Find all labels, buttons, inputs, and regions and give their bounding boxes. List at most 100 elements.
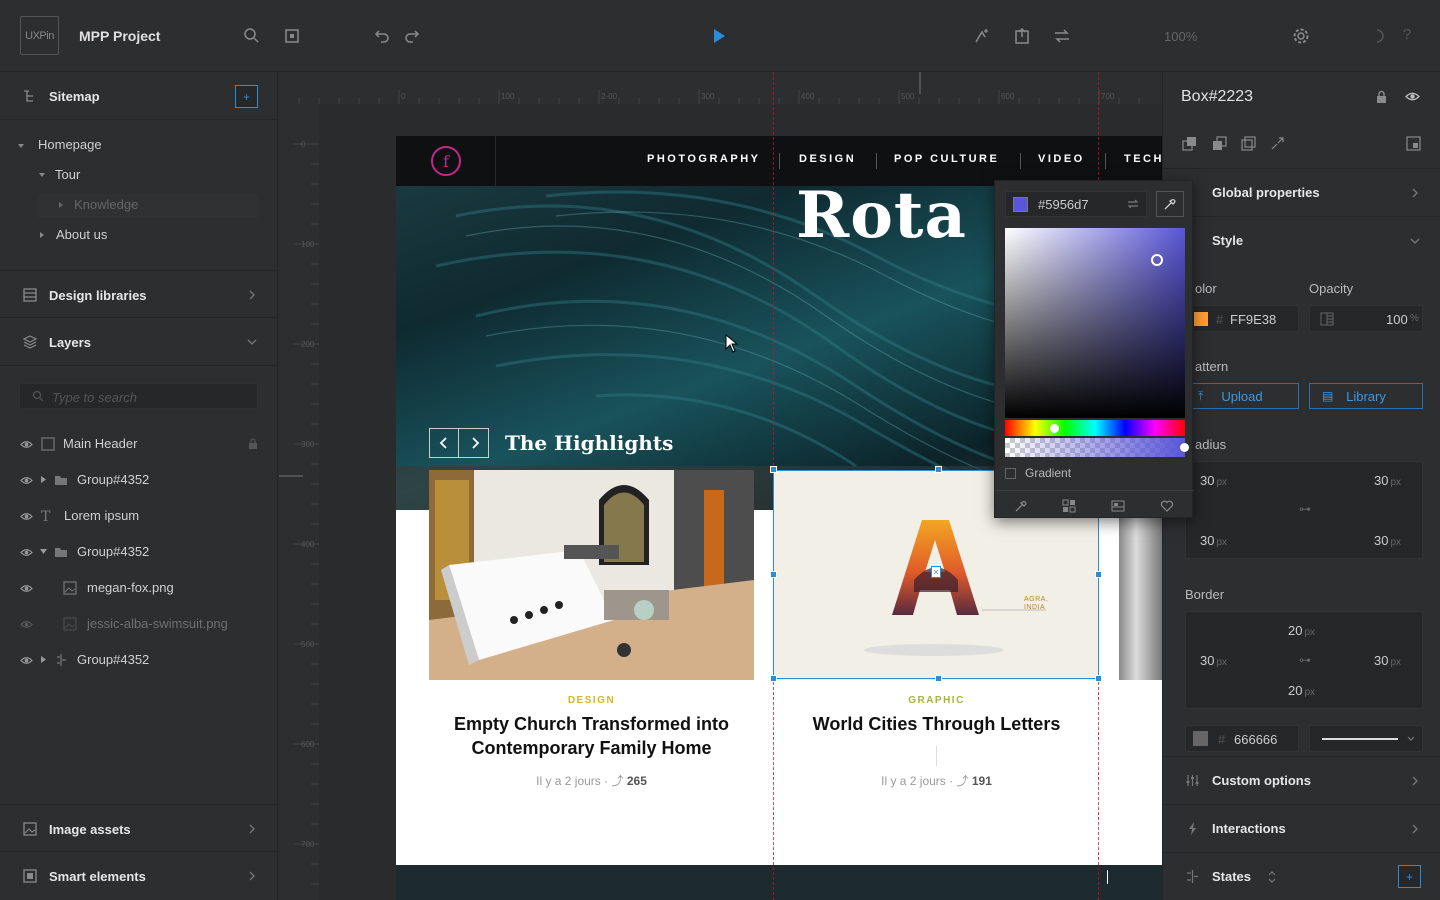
color-swatch[interactable]: [1194, 312, 1208, 326]
resize-handle[interactable]: [935, 675, 942, 682]
image-assets-header[interactable]: Image assets: [0, 804, 278, 852]
gradient-checkbox[interactable]: [1005, 468, 1016, 479]
bring-front-icon[interactable]: [1182, 136, 1197, 151]
sitemap-item-tour[interactable]: Tour: [55, 167, 80, 182]
resize-handle[interactable]: [935, 466, 942, 473]
lock-icon[interactable]: [246, 437, 260, 451]
link-icon[interactable]: ⊶: [1299, 502, 1311, 516]
sitemap-item-knowledge[interactable]: Knowledge: [74, 197, 138, 212]
smart-elements-header[interactable]: Smart elements: [0, 852, 278, 900]
design-libraries-header[interactable]: Design libraries: [0, 270, 278, 318]
project-name[interactable]: MPP Project: [79, 28, 160, 44]
layer-row[interactable]: Group#4352: [0, 642, 278, 678]
caret-right-icon[interactable]: [40, 656, 47, 663]
states-section[interactable]: States +: [1163, 852, 1440, 900]
share-icon[interactable]: [1052, 26, 1072, 46]
sort-icon[interactable]: [1267, 870, 1277, 884]
preview-play-icon[interactable]: [709, 26, 729, 46]
upload-button[interactable]: ⤒ Upload: [1185, 383, 1299, 409]
interactions-section[interactable]: Interactions: [1163, 804, 1440, 852]
hue-handle[interactable]: [1050, 424, 1059, 433]
border-color-input[interactable]: # 666666: [1185, 725, 1299, 752]
sitemap-item-knowledge-row[interactable]: [38, 194, 258, 218]
layers-header[interactable]: Layers: [0, 318, 278, 366]
caret-right-icon[interactable]: [38, 231, 46, 239]
caret-right-icon[interactable]: [40, 476, 47, 483]
card-title[interactable]: Empty Church Transformed into Contempora…: [429, 712, 754, 760]
bring-forward-icon[interactable]: [1212, 136, 1227, 151]
border-box[interactable]: 20 px 30 px ⊶ 30 px 20 px: [1185, 611, 1423, 709]
highlights-pager[interactable]: [429, 428, 489, 458]
site-logo[interactable]: f: [431, 146, 461, 176]
layer-row[interactable]: Main Header: [0, 426, 278, 462]
nav-item-photography[interactable]: PHOTOGRAPHY: [647, 153, 760, 165]
element-name[interactable]: Box#2223: [1181, 88, 1253, 106]
alpha-handle[interactable]: [1180, 443, 1189, 452]
comments-icon[interactable]: [972, 26, 992, 46]
eye-icon[interactable]: [20, 582, 33, 595]
layer-row[interactable]: T Lorem ipsum: [0, 498, 278, 534]
swatches-grid-icon[interactable]: [1062, 499, 1076, 513]
border-color-swatch[interactable]: [1193, 731, 1208, 746]
border-left[interactable]: 30 px: [1200, 653, 1227, 668]
radius-bottom-right[interactable]: 30 px: [1374, 533, 1401, 548]
caret-down-icon[interactable]: [17, 142, 25, 150]
library-button[interactable]: ▤ Library: [1309, 383, 1423, 409]
library-colors-icon[interactable]: [1111, 499, 1125, 513]
add-state-button[interactable]: +: [1398, 865, 1421, 888]
swap-icon[interactable]: [1126, 197, 1140, 211]
sitemap-item-about[interactable]: About us: [56, 227, 107, 242]
border-bottom[interactable]: 20 px: [1288, 683, 1315, 698]
saturation-handle[interactable]: [1151, 254, 1163, 266]
eye-icon[interactable]: [20, 474, 33, 487]
eye-icon[interactable]: [20, 438, 33, 451]
layer-row[interactable]: Group#4352: [0, 462, 278, 498]
hex-input[interactable]: #5956d7: [1005, 191, 1147, 217]
layer-row[interactable]: jessic-alba-swimsuit.png: [0, 606, 278, 642]
layer-row[interactable]: Group#4352: [0, 534, 278, 570]
caret-down-icon[interactable]: [38, 171, 46, 179]
chevron-right-icon[interactable]: [460, 429, 489, 457]
eye-icon[interactable]: [20, 618, 33, 631]
send-backward-icon[interactable]: [1241, 136, 1256, 151]
send-back-icon[interactable]: [1270, 136, 1285, 151]
radius-top-right[interactable]: 30 px: [1374, 473, 1401, 488]
resize-handle[interactable]: [1095, 571, 1102, 578]
alpha-slider[interactable]: [1005, 438, 1189, 457]
nav-item-tech[interactable]: TECH: [1124, 153, 1162, 165]
select-frame-icon[interactable]: [282, 26, 302, 46]
resize-handle[interactable]: [770, 466, 777, 473]
opacity-input[interactable]: 100 %: [1309, 305, 1423, 332]
zoom-level[interactable]: 100%: [1164, 29, 1197, 44]
card-title[interactable]: World Cities Through Letters: [774, 712, 1099, 736]
eyedropper-button[interactable]: [1156, 191, 1184, 217]
caret-right-icon[interactable]: [57, 201, 65, 209]
sitemap-header[interactable]: Sitemap +: [0, 72, 278, 120]
nav-item-video[interactable]: VIDEO: [1038, 153, 1085, 165]
chevron-left-icon[interactable]: [430, 429, 459, 457]
help-icon[interactable]: ?: [1397, 26, 1417, 46]
radius-top-left[interactable]: 30 px: [1200, 473, 1227, 488]
align-panel-icon[interactable]: [1406, 136, 1421, 151]
saturation-value-area[interactable]: [1005, 228, 1185, 418]
resize-handle[interactable]: [1095, 675, 1102, 682]
hue-slider[interactable]: [1005, 420, 1185, 436]
search-icon[interactable]: [242, 26, 262, 46]
global-properties-section[interactable]: Global properties: [1163, 168, 1440, 216]
eye-icon[interactable]: [20, 654, 33, 667]
resize-handle[interactable]: [770, 571, 777, 578]
style-section[interactable]: Style: [1163, 216, 1440, 264]
eye-icon[interactable]: [1405, 89, 1420, 104]
gear-icon[interactable]: [1291, 26, 1311, 46]
link-icon[interactable]: ⊶: [1299, 653, 1311, 667]
eyedropper-icon[interactable]: [1014, 499, 1028, 513]
nav-item-pop-culture[interactable]: POP CULTURE: [894, 153, 999, 165]
color-input[interactable]: # FF9E38: [1185, 305, 1299, 332]
eye-icon[interactable]: [20, 510, 33, 523]
border-right[interactable]: 30 px: [1374, 653, 1401, 668]
border-style-select[interactable]: [1309, 725, 1423, 752]
redo-icon[interactable]: [403, 26, 423, 46]
nav-item-design[interactable]: DESIGN: [799, 153, 856, 165]
eye-icon[interactable]: [20, 546, 33, 559]
sitemap-item-homepage[interactable]: Homepage: [38, 137, 102, 152]
